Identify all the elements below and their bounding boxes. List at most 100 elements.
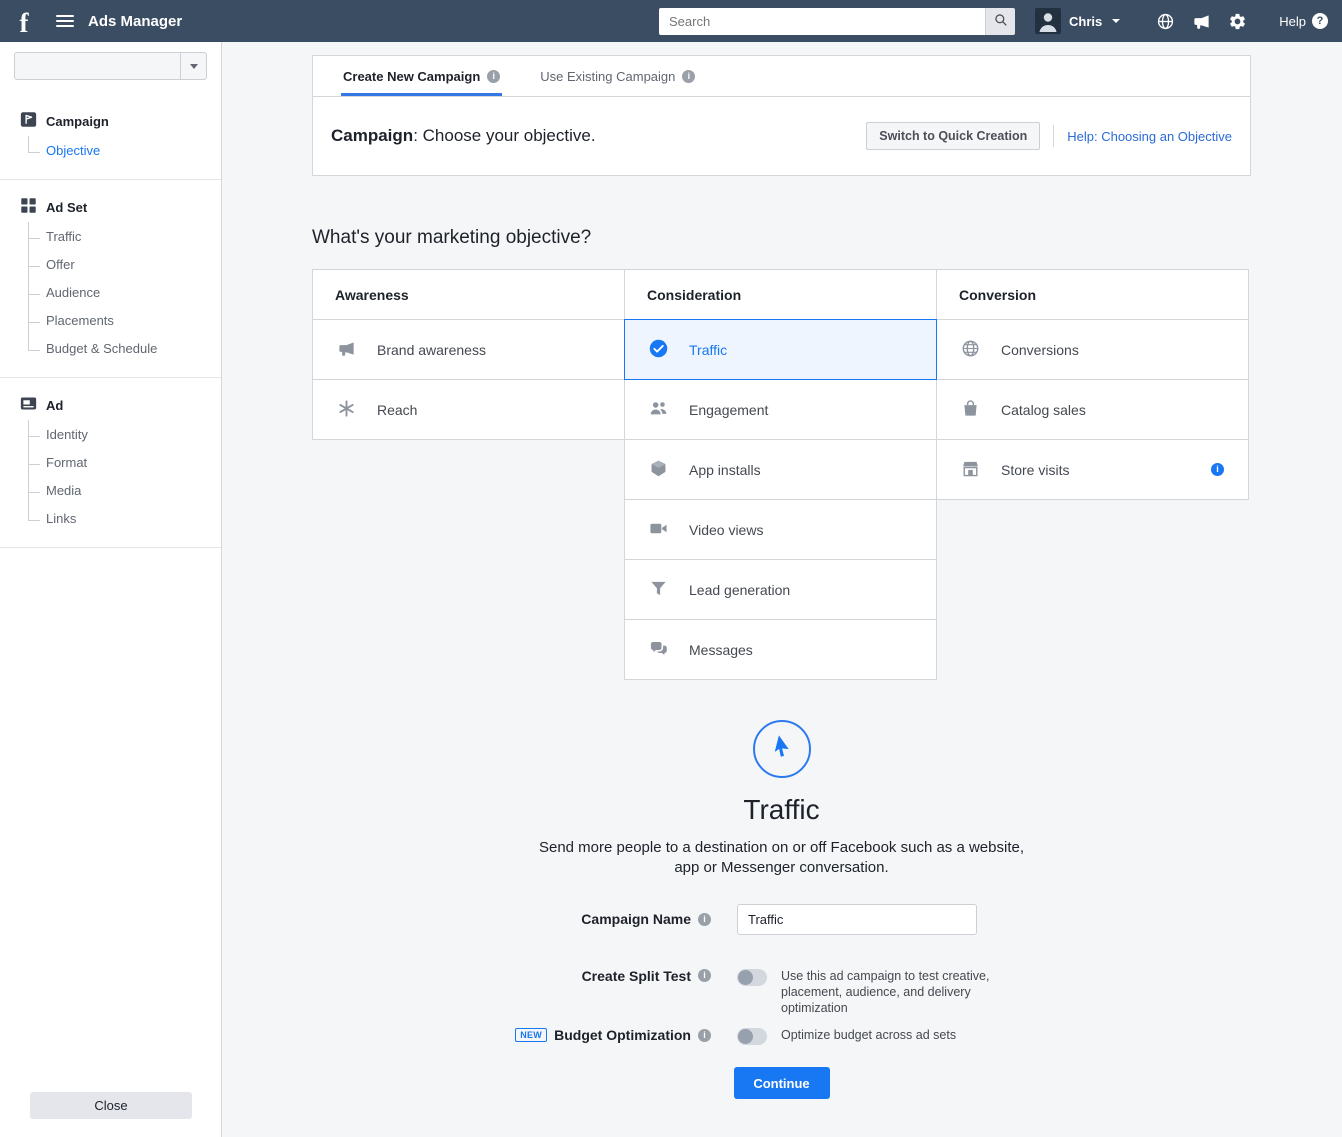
split-test-toggle[interactable]	[737, 968, 767, 986]
user-menu[interactable]: Chris	[1035, 8, 1121, 34]
info-icon[interactable]: i	[682, 69, 696, 83]
account-dropdown[interactable]	[14, 52, 207, 80]
info-icon[interactable]: i	[698, 1028, 711, 1042]
column-header-conversion: Conversion	[936, 269, 1249, 320]
sidebar-section-ad: Ad Identity Format Media Links	[0, 378, 221, 548]
funnel-icon	[649, 579, 668, 601]
budget-optimization-toggle[interactable]	[737, 1028, 767, 1046]
topbar-icons	[1156, 12, 1247, 31]
cursor-arrow-icon	[768, 733, 796, 766]
main-area: Create New Campaign i Use Existing Campa…	[222, 42, 1342, 1137]
help-choosing-objective-link[interactable]: Help: Choosing an Objective	[1067, 129, 1232, 144]
campaign-name-label: Campaign Name	[581, 911, 691, 927]
objective-cell-app-installs[interactable]: App installs	[624, 439, 937, 500]
continue-button[interactable]: Continue	[733, 1067, 830, 1100]
gear-icon[interactable]	[1228, 12, 1247, 31]
budget-optimization-description: Optimize budget across ad sets	[781, 1028, 957, 1043]
objective-cell-traffic[interactable]: Traffic	[624, 319, 937, 380]
help-question-icon: ?	[1312, 13, 1328, 29]
sidebar: Campaign Objective Ad Set Traffic Offer …	[0, 42, 222, 1137]
ad-card-icon	[20, 395, 37, 415]
sidebar-item-format[interactable]: Format	[28, 448, 221, 476]
search-button[interactable]	[985, 7, 1016, 35]
campaign-name-input[interactable]	[737, 903, 977, 935]
app-title: Ads Manager	[88, 12, 183, 30]
objective-cell-lead-generation[interactable]: Lead generation	[624, 559, 937, 620]
marketing-objective-question: What's your marketing objective?	[312, 227, 592, 248]
objective-cell-reach[interactable]: Reach	[312, 379, 625, 440]
objective-column-consideration: Consideration Traffic Engagement App ins…	[624, 269, 937, 680]
objective-label: Lead generation	[689, 581, 791, 598]
info-icon[interactable]: i	[698, 912, 711, 926]
tab-label: Use Existing Campaign	[540, 68, 676, 84]
sidebar-item-media[interactable]: Media	[28, 476, 221, 504]
sidebar-item-audience[interactable]: Audience	[28, 278, 221, 306]
objective-label: App installs	[689, 461, 761, 478]
objective-cell-engagement[interactable]: Engagement	[624, 379, 937, 440]
objective-label: Brand awareness	[377, 341, 486, 358]
objective-cell-video-views[interactable]: Video views	[624, 499, 937, 560]
sidebar-item-campaign[interactable]: Campaign	[20, 111, 221, 131]
sidebar-item-budget-schedule[interactable]: Budget & Schedule	[28, 334, 221, 362]
sidebar-item-traffic[interactable]: Traffic	[28, 222, 221, 250]
dropdown-caret-icon	[180, 53, 206, 79]
campaign-name-label-group: Campaign Name i	[312, 911, 711, 927]
facebook-logo-icon[interactable]: f	[10, 6, 38, 37]
avatar	[1035, 8, 1062, 34]
sidebar-section-label: Campaign	[46, 113, 109, 129]
account-dropdown-value	[15, 53, 180, 79]
objective-cell-conversions[interactable]: Conversions	[936, 319, 1249, 380]
objective-cell-store-visits[interactable]: Store visits i	[936, 439, 1249, 500]
hamburger-menu-icon[interactable]	[56, 15, 74, 27]
objective-cell-catalog-sales[interactable]: Catalog sales	[936, 379, 1249, 440]
tab-label: Create New Campaign	[343, 68, 481, 84]
help-menu[interactable]: Help ?	[1279, 13, 1328, 29]
campaign-tree: Objective	[28, 136, 221, 164]
close-button[interactable]: Close	[30, 1092, 192, 1119]
user-name: Chris	[1069, 13, 1103, 29]
search-input[interactable]	[659, 7, 986, 35]
sidebar-item-links[interactable]: Links	[28, 504, 221, 532]
objective-cell-brand-awareness[interactable]: Brand awareness	[312, 319, 625, 380]
sidebar-item-objective[interactable]: Objective	[28, 136, 221, 164]
sidebar-item-placements[interactable]: Placements	[28, 306, 221, 334]
adset-tree: Traffic Offer Audience Placements Budget…	[28, 222, 221, 362]
sidebar-item-adset[interactable]: Ad Set	[20, 197, 221, 217]
selected-objective-title: Traffic	[743, 794, 820, 825]
sidebar-section-label: Ad	[46, 397, 64, 413]
objective-column-conversion: Conversion Conversions Catalog sales Sto…	[936, 269, 1249, 680]
switch-to-quick-creation-button[interactable]: Switch to Quick Creation	[866, 122, 1041, 150]
objective-label: Store visits	[1001, 461, 1070, 478]
sidebar-section-label: Ad Set	[46, 199, 88, 215]
objective-label: Engagement	[689, 401, 769, 418]
objective-cell-messages[interactable]: Messages	[624, 619, 937, 680]
tab-use-existing-campaign[interactable]: Use Existing Campaign i	[540, 56, 696, 96]
topbar: f Ads Manager Chris Help ?	[0, 0, 1342, 42]
split-test-label: Create Split Test	[581, 967, 691, 984]
storefront-icon	[961, 459, 980, 481]
campaign-header-title: Campaign: Choose your objective.	[331, 126, 596, 146]
info-icon[interactable]: i	[487, 69, 501, 83]
adset-grid-icon	[20, 197, 37, 217]
objective-label: Conversions	[1001, 341, 1079, 358]
sidebar-item-ad[interactable]: Ad	[20, 395, 221, 415]
objective-label: Traffic	[689, 341, 728, 358]
info-icon[interactable]: i	[698, 969, 711, 982]
shopping-bag-icon	[961, 399, 980, 421]
megaphone-icon[interactable]	[1192, 12, 1211, 31]
objective-label: Reach	[377, 401, 418, 418]
objective-label: Messages	[689, 641, 753, 658]
globe-icon[interactable]	[1156, 12, 1175, 31]
chat-bubbles-icon	[649, 639, 668, 661]
tabs-row: Create New Campaign i Use Existing Campa…	[313, 56, 1250, 97]
objective-table: Awareness Brand awareness Reach Consider…	[312, 269, 1251, 680]
ad-tree: Identity Format Media Links	[28, 420, 221, 532]
tab-create-new-campaign[interactable]: Create New Campaign i	[340, 56, 503, 96]
sidebar-section-adset: Ad Set Traffic Offer Audience Placements…	[0, 180, 221, 378]
sidebar-item-offer[interactable]: Offer	[28, 250, 221, 278]
traffic-objective-badge	[752, 720, 811, 778]
store-visits-info-icon[interactable]: i	[1211, 463, 1224, 476]
sidebar-item-identity[interactable]: Identity	[28, 420, 221, 448]
split-test-row: Create Split Test i Use this ad campaign…	[312, 968, 1251, 1017]
campaign-header-rest: : Choose your objective.	[413, 126, 596, 145]
